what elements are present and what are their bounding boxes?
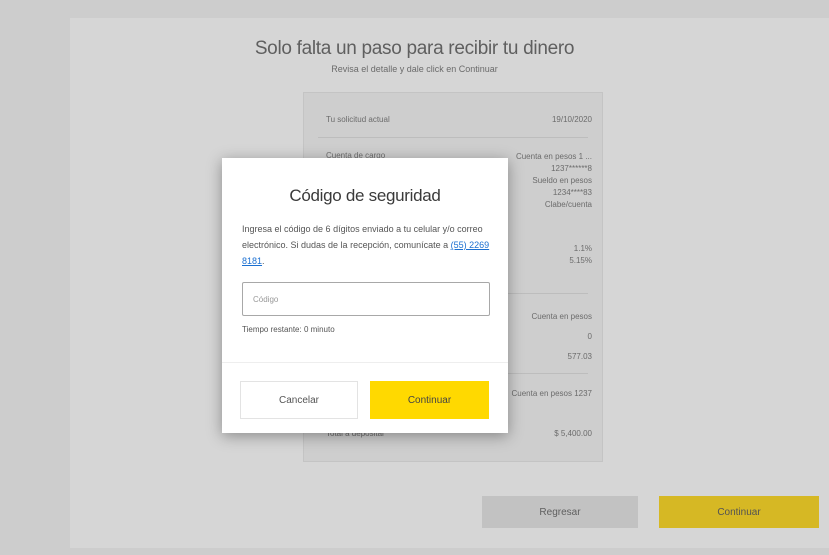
confirm-button[interactable]: Continuar (370, 381, 489, 419)
instructions-end: . (262, 256, 265, 266)
modal-divider (222, 362, 508, 363)
modal-instructions: Ingresa el código de 6 dígitos enviado a… (242, 221, 492, 269)
cancel-button[interactable]: Cancelar (240, 381, 358, 419)
instructions-text: Ingresa el código de 6 dígitos enviado a… (242, 224, 483, 250)
security-code-modal: Código de seguridad Ingresa el código de… (222, 158, 508, 433)
security-code-input[interactable] (242, 282, 490, 316)
modal-title: Código de seguridad (289, 186, 441, 205)
timer-text: Tiempo restante: 0 minuto (242, 325, 335, 334)
